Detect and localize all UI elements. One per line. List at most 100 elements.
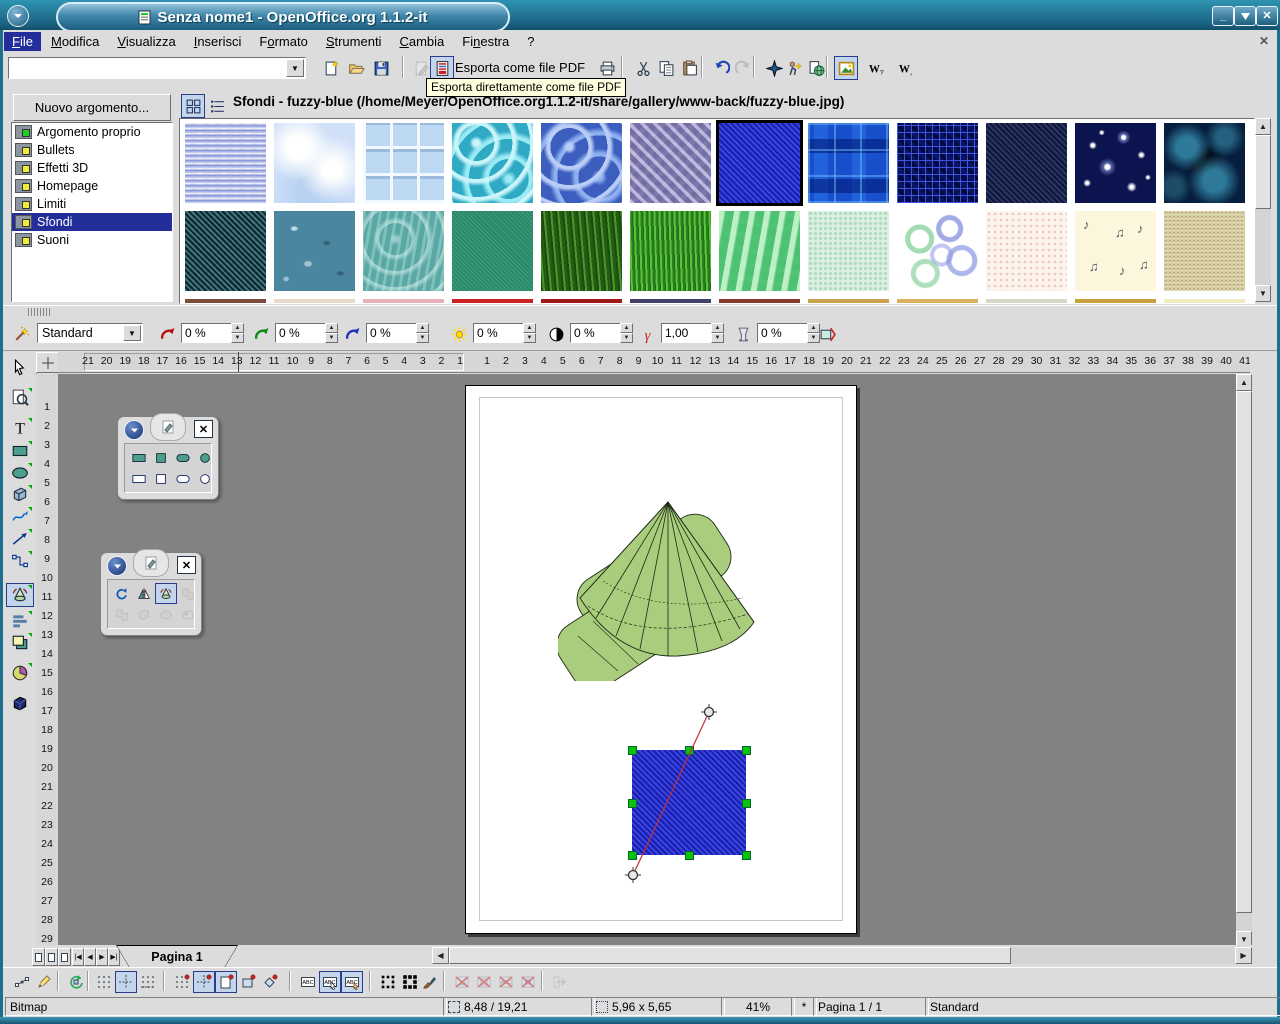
gallery-category-suoni[interactable]: Suoni bbox=[12, 231, 172, 249]
menu-item-modifica[interactable]: Modifica bbox=[43, 32, 107, 51]
gallery-thumbnail-grass-dark[interactable] bbox=[541, 211, 622, 291]
gallery-thumbnail-water-lightteal[interactable] bbox=[363, 211, 444, 291]
scroll-right-icon[interactable]: ▶ bbox=[1235, 947, 1252, 964]
copy-button[interactable] bbox=[654, 56, 678, 80]
master-mode-button[interactable] bbox=[45, 948, 58, 966]
gallery-category-effetti-3d[interactable]: Effetti 3D bbox=[12, 159, 172, 177]
grid-view-button[interactable] bbox=[181, 94, 205, 118]
gallery-thumbnail-denim-navy[interactable] bbox=[986, 123, 1067, 203]
close-icon[interactable]: ✕ bbox=[194, 420, 213, 438]
gallery-thumbnail-stucco-darkteal[interactable] bbox=[185, 211, 266, 291]
exit-all-groups-button[interactable] bbox=[549, 971, 571, 993]
w-comma-button[interactable]: W, bbox=[894, 56, 918, 80]
spin-down-icon[interactable]: ▼ bbox=[325, 333, 338, 343]
snap-to-border-button[interactable] bbox=[237, 971, 259, 993]
text-placeholder-button[interactable]: ABC bbox=[495, 971, 517, 993]
contrast-input[interactable]: 0 % bbox=[570, 323, 621, 343]
3d-objects-tool-button[interactable] bbox=[6, 483, 34, 507]
gallery-category-limiti[interactable]: Limiti bbox=[12, 195, 172, 213]
menu-item-visualizza[interactable]: Visualizza bbox=[109, 32, 183, 51]
spin-up-icon[interactable]: ▲ bbox=[231, 323, 244, 333]
new-document-button[interactable] bbox=[319, 56, 343, 80]
gamma-input[interactable]: 1,00 bbox=[661, 323, 712, 343]
gallery-thumbnail-stars-night[interactable] bbox=[1075, 123, 1156, 203]
modify-with-attributes-button[interactable] bbox=[419, 971, 441, 993]
spin-down-icon[interactable]: ▼ bbox=[711, 333, 724, 343]
rectangle-outline-button[interactable] bbox=[128, 468, 150, 489]
object-placeholder-button[interactable] bbox=[517, 971, 539, 993]
menu-item-cambia[interactable]: Cambia bbox=[391, 32, 452, 51]
green-3d-shape[interactable] bbox=[558, 486, 773, 681]
gallery-thumbnail-sand-beige[interactable] bbox=[1164, 211, 1245, 291]
snap-to-guides-button[interactable] bbox=[193, 971, 215, 993]
square-outline-button[interactable] bbox=[150, 468, 172, 489]
gallery-thumbnail-blocks-blue[interactable] bbox=[808, 123, 889, 203]
gamma-spinner[interactable]: ▲▼ bbox=[711, 323, 724, 343]
scroll-up-icon[interactable]: ▲ bbox=[1236, 374, 1252, 391]
open-button[interactable] bbox=[344, 56, 368, 80]
drawing-canvas[interactable]: ▲ ▼ bbox=[58, 374, 1252, 948]
simple-handles-button[interactable] bbox=[377, 971, 399, 993]
quick-edit-button[interactable]: ABC bbox=[297, 971, 319, 993]
spin-down-icon[interactable]: ▼ bbox=[231, 333, 244, 343]
menu-item-inserisci[interactable]: Inserisci bbox=[186, 32, 250, 51]
select-tool-button[interactable] bbox=[6, 356, 34, 380]
previous-page-button[interactable]: ◀ bbox=[84, 948, 96, 966]
transparency-tool-button[interactable] bbox=[155, 604, 177, 625]
rectangle-tool-button[interactable] bbox=[6, 439, 34, 463]
paste-button[interactable] bbox=[677, 56, 701, 80]
insert-tool-button[interactable] bbox=[6, 661, 34, 685]
gallery-scrollbar[interactable]: ▲ ▼ bbox=[1255, 118, 1271, 302]
green-adjust-spinner[interactable]: ▲▼ bbox=[325, 323, 338, 343]
export-pdf-button[interactable] bbox=[430, 56, 454, 80]
snap-to-points-button[interactable] bbox=[259, 971, 281, 993]
minimize-button[interactable]: _ bbox=[1212, 6, 1234, 26]
rounded-rectangle-outline-button[interactable] bbox=[172, 468, 194, 489]
gallery-thumbnail-waves-green[interactable] bbox=[719, 211, 800, 291]
list-view-button[interactable] bbox=[205, 94, 229, 118]
gallery-thumbnail-fabric-blue[interactable] bbox=[185, 123, 266, 203]
show-guides-button[interactable] bbox=[115, 971, 137, 993]
page-tab[interactable]: Pagina 1 bbox=[117, 946, 237, 967]
spin-down-icon[interactable]: ▼ bbox=[620, 333, 633, 343]
next-page-button[interactable]: ▶ bbox=[96, 948, 108, 966]
scroll-left-icon[interactable]: ◀ bbox=[432, 947, 449, 964]
brightness-input[interactable]: 0 % bbox=[473, 323, 524, 343]
set-in-circle-button[interactable] bbox=[155, 583, 177, 604]
last-page-button[interactable]: ▶| bbox=[108, 948, 120, 966]
filter-button[interactable] bbox=[9, 322, 33, 346]
horizontal-scroll-thumb[interactable] bbox=[449, 947, 1011, 964]
cut-button[interactable] bbox=[631, 56, 655, 80]
url-dropdown-arrow[interactable]: ▼ bbox=[286, 59, 304, 77]
vertical-ruler[interactable]: 1234567891011121314151617181920212223242… bbox=[36, 374, 59, 948]
spin-up-icon[interactable]: ▲ bbox=[711, 323, 724, 333]
red-adjust-spinner[interactable]: ▲▼ bbox=[231, 323, 244, 343]
ellipse-tool-button[interactable] bbox=[6, 461, 34, 485]
menu-item-[interactable]: ? bbox=[519, 32, 542, 51]
gallery-thumbnail-speckle-cream[interactable] bbox=[986, 211, 1067, 291]
distort-button[interactable] bbox=[177, 583, 199, 604]
gallery-category-bullets[interactable]: Bullets bbox=[12, 141, 172, 159]
ruler-corner[interactable] bbox=[36, 352, 59, 373]
blue-adjust-spinner[interactable]: ▲▼ bbox=[416, 323, 429, 343]
guides-when-moving-button[interactable] bbox=[137, 971, 159, 993]
new-topic-button[interactable]: Nuovo argomento... bbox=[13, 94, 171, 121]
web-document-button[interactable] bbox=[804, 56, 828, 80]
gallery-category-sfondi[interactable]: Sfondi bbox=[12, 213, 172, 231]
menu-item-strumenti[interactable]: Strumenti bbox=[318, 32, 390, 51]
gallery-thumbnail-water-cyan[interactable] bbox=[452, 123, 533, 203]
contrast-spinner[interactable]: ▲▼ bbox=[620, 323, 633, 343]
edit-points-button[interactable] bbox=[11, 971, 33, 993]
gallery-thumbnail-water-blue[interactable] bbox=[541, 123, 622, 203]
text-tool-button[interactable]: T bbox=[6, 416, 34, 440]
maximize-button[interactable] bbox=[1234, 6, 1256, 26]
toolbar-menu-button[interactable] bbox=[124, 420, 144, 440]
horizontal-ruler[interactable]: 2120191817161514131211109876543211234567… bbox=[58, 352, 1250, 373]
connector-tool-button[interactable] bbox=[6, 549, 34, 573]
toolbar-grip[interactable] bbox=[150, 413, 186, 441]
url-input[interactable]: ▼ bbox=[8, 57, 306, 79]
gallery-thumbnail-mint-dots[interactable] bbox=[808, 211, 889, 291]
gradient-tool-button[interactable] bbox=[177, 604, 199, 625]
gallery-thumbnail-crumple-purple[interactable] bbox=[630, 123, 711, 203]
arrange-tool-button[interactable] bbox=[6, 631, 34, 655]
